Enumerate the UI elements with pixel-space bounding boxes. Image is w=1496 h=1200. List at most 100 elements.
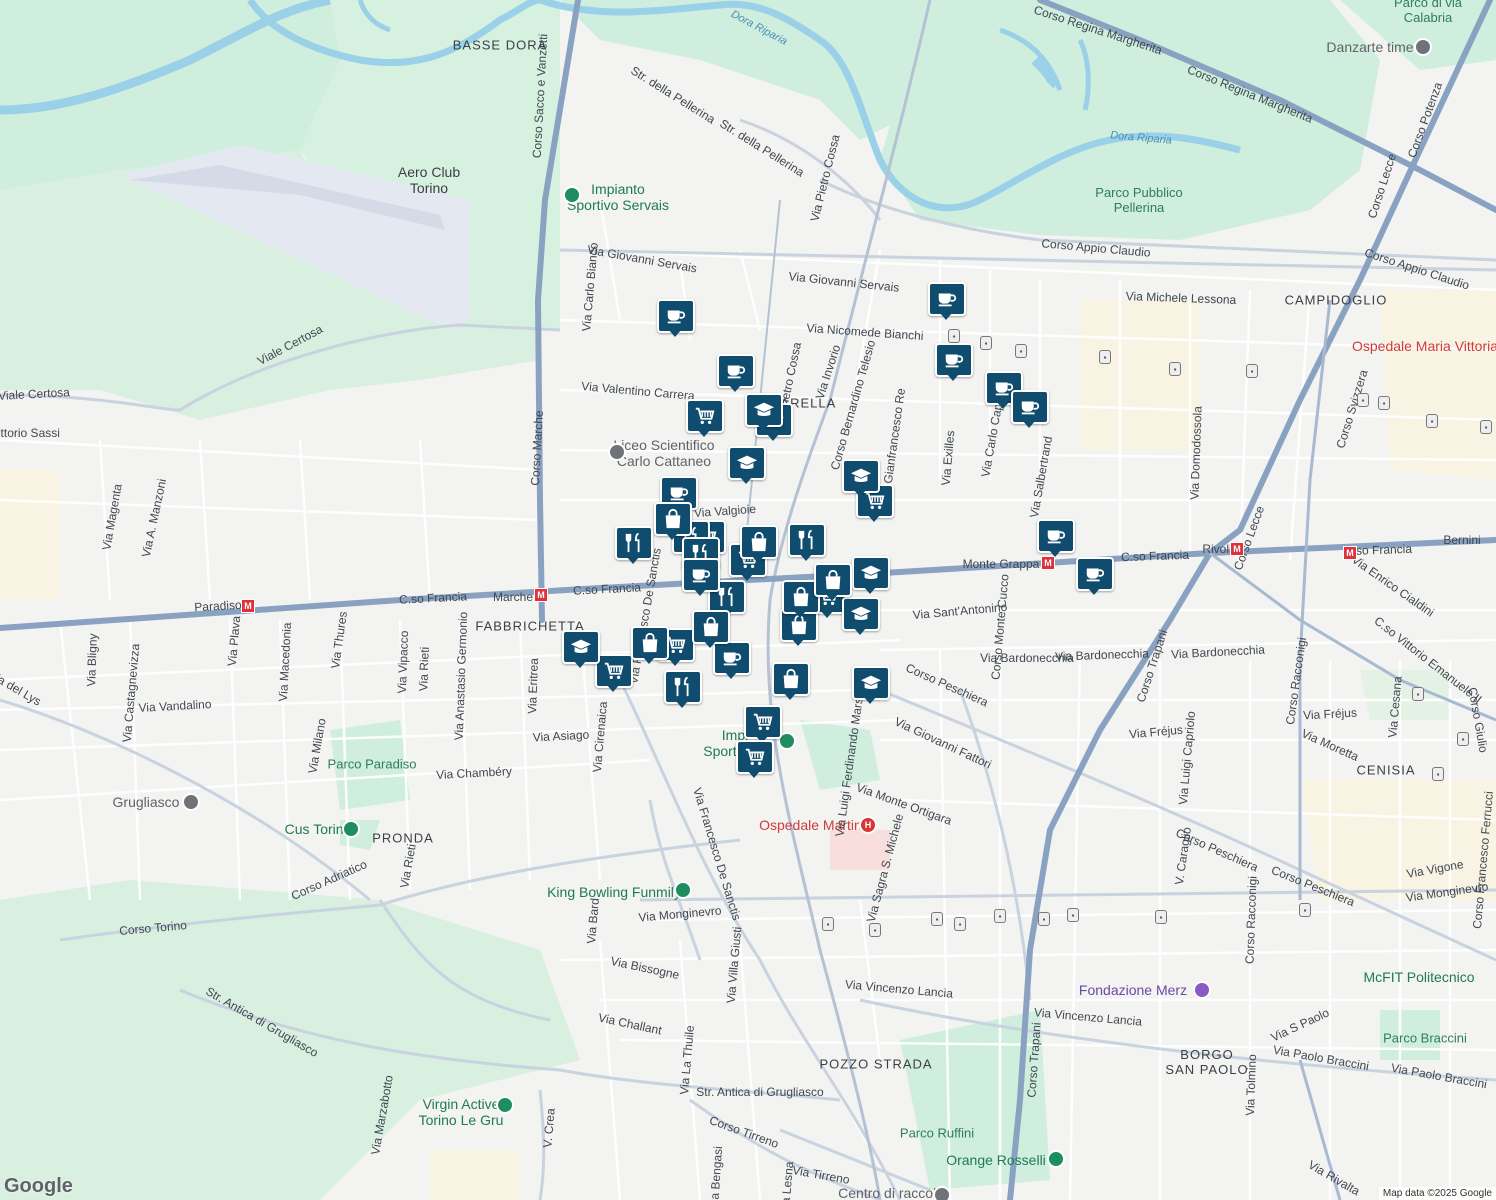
restaurant-marker[interactable] [664, 670, 702, 710]
cafe-marker[interactable] [717, 354, 755, 394]
marker-tip [820, 610, 834, 618]
bus-stop-icon[interactable]: ▪ [1246, 364, 1258, 378]
marker-tip [783, 692, 797, 700]
metro-station-icon[interactable]: M [1343, 546, 1357, 560]
cafe-marker[interactable] [1076, 557, 1114, 597]
supermarket-marker[interactable] [686, 399, 724, 439]
bus-stop-icon[interactable]: ▪ [1067, 908, 1079, 922]
supermarket-marker[interactable] [595, 654, 633, 694]
bus-stop-icon[interactable]: ▪ [931, 912, 943, 926]
school-icon [562, 630, 600, 664]
school-marker[interactable] [852, 556, 890, 596]
danzarte-pin-icon[interactable] [1414, 38, 1432, 56]
cafe-marker[interactable] [1037, 519, 1075, 559]
metro-station-icon[interactable]: M [534, 588, 548, 602]
google-logo[interactable]: Google [4, 1175, 73, 1198]
cafe-marker[interactable] [657, 299, 695, 339]
shop-marker[interactable] [782, 580, 820, 620]
king-bowling-pin-icon[interactable] [674, 881, 692, 899]
map-attribution[interactable]: Map data ©2025 Google [1378, 1187, 1496, 1200]
bus-stop-icon[interactable]: ▪ [1155, 910, 1167, 924]
cart-icon [686, 399, 724, 433]
marker-tip [675, 700, 689, 708]
bus-stop-icon[interactable]: ▪ [954, 917, 966, 931]
shop-marker[interactable] [772, 662, 810, 702]
school-icon [745, 393, 783, 427]
cafe-icon [657, 299, 695, 333]
virgin-active-pin-icon[interactable] [496, 1096, 514, 1114]
marker-tip [793, 610, 807, 618]
school-marker[interactable] [562, 630, 600, 670]
grugliasco-pin-icon[interactable] [182, 793, 200, 811]
bus-stop-icon[interactable]: ▪ [1378, 396, 1390, 410]
school-icon [728, 446, 766, 480]
marker-tip [863, 696, 877, 704]
marker-tip [791, 638, 805, 646]
school-marker[interactable] [745, 393, 783, 433]
cafe-marker[interactable] [928, 282, 966, 322]
shop-marker[interactable] [814, 563, 852, 603]
restaurant-marker[interactable] [788, 523, 826, 563]
marker-tip [739, 476, 753, 484]
marker-tip [668, 658, 682, 666]
cafe-marker[interactable] [935, 343, 973, 383]
school-marker[interactable] [842, 459, 880, 499]
supermarket-marker[interactable] [736, 740, 774, 780]
marker-tip [867, 514, 881, 522]
shopping-bag-icon [631, 626, 669, 660]
bus-stop-icon[interactable]: ▪ [1357, 393, 1369, 407]
cafe-icon [717, 354, 755, 388]
bus-stop-icon[interactable]: ▪ [994, 909, 1006, 923]
base-map [0, 0, 1496, 1200]
school-marker[interactable] [728, 446, 766, 486]
liceo-pin-icon[interactable] [608, 443, 626, 461]
shop-marker[interactable] [631, 626, 669, 666]
orange-rosselli-pin-icon[interactable] [1047, 1150, 1065, 1168]
shop-marker[interactable] [692, 610, 730, 650]
centro-raccolta-pin-icon[interactable] [933, 1186, 951, 1200]
bus-stop-icon[interactable]: ▪ [1169, 362, 1181, 376]
metro-station-icon[interactable]: M [241, 599, 255, 613]
bus-stop-icon[interactable]: ▪ [1457, 732, 1469, 746]
bus-stop-icon[interactable]: ▪ [1412, 687, 1424, 701]
school-marker[interactable] [842, 597, 880, 637]
bus-stop-icon[interactable]: ▪ [948, 329, 960, 343]
cafe-icon [935, 343, 973, 377]
cafe-marker[interactable] [682, 558, 720, 598]
marker-tip [606, 684, 620, 692]
bus-stop-icon[interactable]: ▪ [1426, 414, 1438, 428]
restaurant-icon [615, 526, 653, 560]
marker-tip [946, 373, 960, 381]
marker-tip [724, 671, 738, 679]
marker-tip [996, 401, 1010, 409]
cus-torino-pin-icon[interactable] [342, 820, 360, 838]
bus-stop-icon[interactable]: ▪ [1480, 420, 1492, 434]
metro-station-icon[interactable]: M [1230, 542, 1244, 556]
shopping-bag-icon [692, 610, 730, 644]
marker-tip [703, 640, 717, 648]
marker-tip [668, 329, 682, 337]
map-canvas[interactable]: BASSE DORA PARELLA FABBRICHETTA CAMPIDOGLIO… [0, 0, 1496, 1200]
marker-tip [693, 588, 707, 596]
bus-stop-icon[interactable]: ▪ [1432, 767, 1444, 781]
marker-tip [939, 312, 953, 320]
bus-stop-icon[interactable]: ▪ [1015, 344, 1027, 358]
bus-stop-icon[interactable]: ▪ [822, 917, 834, 931]
school-marker[interactable] [852, 666, 890, 706]
shop-marker[interactable] [740, 525, 778, 565]
bus-stop-icon[interactable]: ▪ [1038, 912, 1050, 926]
bus-stop-icon[interactable]: ▪ [869, 923, 881, 937]
restaurant-marker[interactable] [615, 526, 653, 566]
shop-marker[interactable] [654, 502, 692, 542]
bus-stop-icon[interactable]: ▪ [1299, 903, 1311, 917]
fondazione-merz-pin-icon[interactable] [1193, 981, 1211, 999]
cafe-marker[interactable] [1011, 390, 1049, 430]
marker-tip [626, 556, 640, 564]
marker-tip [642, 656, 656, 664]
bus-stop-icon[interactable]: ▪ [980, 336, 992, 350]
ospedale-martini-pin-icon[interactable]: H [859, 816, 877, 834]
supermarket-marker[interactable] [744, 705, 782, 745]
bus-stop-icon[interactable]: ▪ [1099, 350, 1111, 364]
marker-tip [747, 770, 761, 778]
impianto-servais-pin-icon[interactable] [563, 186, 581, 204]
